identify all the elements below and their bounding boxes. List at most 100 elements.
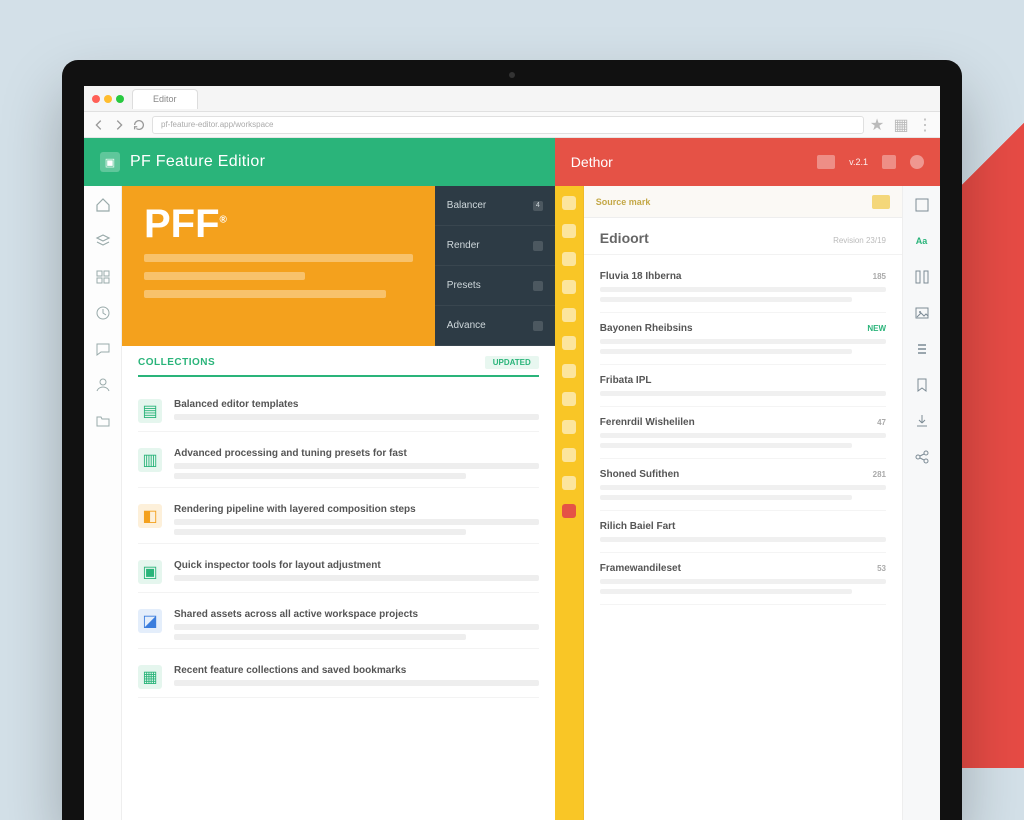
extension-icon[interactable]: ▦ — [894, 118, 908, 132]
right-body: Source mark Edioort Revision 23/19 Fluvi… — [584, 186, 940, 820]
strip-icon[interactable] — [562, 476, 576, 490]
topbar-left: ▣ PF Feature Editior — [84, 138, 555, 186]
right-list-item[interactable]: Bayonen RheibsinsNEW — [600, 313, 886, 365]
right-list-item[interactable]: Fribata IPL — [600, 365, 886, 407]
right-list-item[interactable]: Ferenrdil Wishelilen47 — [600, 407, 886, 459]
right-tab[interactable]: Source mark — [596, 197, 651, 207]
bookmark-icon[interactable] — [913, 376, 931, 394]
window-controls[interactable] — [92, 95, 124, 103]
hero-text-line — [144, 290, 386, 298]
back-icon[interactable] — [92, 118, 106, 132]
strip-icon[interactable] — [562, 224, 576, 238]
home-icon[interactable] — [94, 196, 112, 214]
doc-icon: ▥ — [138, 448, 162, 472]
right-panel-header: Edioort Revision 23/19 — [584, 218, 902, 255]
item-name: Shoned Sufithen — [600, 469, 679, 480]
grid-icon[interactable] — [94, 268, 112, 286]
doc-icon: ▤ — [138, 399, 162, 423]
star-icon[interactable]: ★ — [870, 118, 884, 132]
item-badge: 53 — [877, 564, 886, 573]
minimize-dot[interactable] — [104, 95, 112, 103]
left-list-tag: UPDATED — [485, 356, 539, 369]
clock-icon[interactable] — [94, 304, 112, 322]
list-row[interactable]: ▥Advanced processing and tuning presets … — [138, 440, 539, 488]
app-topbar: ▣ PF Feature Editior Dethor v.2.1 — [84, 138, 940, 186]
item-line — [600, 349, 852, 354]
list-row[interactable]: ◪Shared assets across all active workspa… — [138, 601, 539, 649]
hero-nav-label: Presets — [447, 280, 481, 291]
hero-nav-badge — [533, 241, 543, 251]
maximize-dot[interactable] — [116, 95, 124, 103]
strip-icon[interactable] — [562, 420, 576, 434]
reload-icon[interactable] — [132, 118, 146, 132]
user-icon[interactable] — [94, 376, 112, 394]
main-layout: PFF® Balancer4 Render Presets Advance — [84, 186, 940, 820]
item-badge: 281 — [873, 470, 886, 479]
strip-alert-icon[interactable] — [562, 504, 576, 518]
strip-icon[interactable] — [562, 392, 576, 406]
image-icon[interactable] — [913, 304, 931, 322]
tab-badge-icon[interactable] — [872, 195, 890, 209]
hero-nav-item[interactable]: Advance — [435, 306, 555, 346]
chat-icon[interactable] — [94, 340, 112, 358]
download-icon[interactable] — [913, 412, 931, 430]
strip-icon[interactable] — [562, 280, 576, 294]
notification-icon[interactable] — [882, 155, 896, 169]
browser-tab-bar: Editor — [84, 86, 940, 112]
close-dot[interactable] — [92, 95, 100, 103]
hero-row: PFF® Balancer4 Render Presets Advance — [122, 186, 555, 346]
card-icon[interactable] — [817, 155, 835, 169]
forward-icon[interactable] — [112, 118, 126, 132]
text-icon[interactable]: Aa — [913, 232, 931, 250]
row-text-line — [174, 624, 539, 630]
right-rail: Aa — [902, 186, 940, 820]
row-text-line — [174, 463, 539, 469]
gear-icon[interactable] — [910, 155, 924, 169]
right-panel-title: Edioort — [600, 230, 649, 246]
strip-icon[interactable] — [562, 364, 576, 378]
hero-nav-item[interactable]: Presets — [435, 266, 555, 306]
strip-icon[interactable] — [562, 336, 576, 350]
strip-icon[interactable] — [562, 196, 576, 210]
hero-nav-label: Balancer — [447, 200, 486, 211]
right-list-item[interactable]: Framewandileset53 — [600, 553, 886, 605]
url-bar[interactable]: pf-feature-editor.app/workspace — [152, 116, 864, 134]
folder-icon[interactable] — [94, 412, 112, 430]
right-panel-meta: Revision 23/19 — [833, 236, 886, 245]
columns-icon[interactable] — [913, 268, 931, 286]
topbar-right: Dethor v.2.1 — [555, 138, 940, 186]
list-row[interactable]: ◧ Rendering pipeline with layered composi… — [138, 496, 539, 544]
share-icon[interactable] — [913, 448, 931, 466]
strip-icon[interactable] — [562, 448, 576, 462]
menu-icon[interactable]: ⋮ — [918, 118, 932, 132]
item-line — [600, 433, 886, 438]
strip-icon[interactable] — [562, 252, 576, 266]
browser-tab[interactable]: Editor — [132, 89, 198, 109]
hero-nav-item[interactable]: Render — [435, 226, 555, 266]
right-list-item[interactable]: Fluvia 18 Ihberna 185 — [600, 261, 886, 313]
list-row[interactable]: ▣Quick inspector tools for layout adjust… — [138, 552, 539, 593]
hero-text-line — [144, 272, 305, 280]
list-row[interactable]: ▦Recent feature collections and saved bo… — [138, 657, 539, 698]
item-name: Rilich Baiel Fart — [600, 521, 676, 532]
list-row[interactable]: ▤Balanced editor templates — [138, 391, 539, 432]
right-list-item[interactable]: Rilich Baiel Fart — [600, 511, 886, 553]
hero-nav-item[interactable]: Balancer4 — [435, 186, 555, 226]
hero-nav-label: Advance — [447, 320, 486, 331]
layers-icon[interactable] — [94, 232, 112, 250]
hero-title: PFF® — [144, 204, 413, 244]
doc-icon: ◧ — [138, 504, 162, 528]
item-badge: 185 — [873, 272, 886, 281]
row-title: Rendering pipeline with layered composit… — [174, 504, 539, 515]
list-icon[interactable] — [913, 340, 931, 358]
screen: Editor pf-feature-editor.app/workspace ★… — [84, 86, 940, 820]
item-name: Fluvia 18 Ihberna — [600, 271, 682, 282]
app-logo-icon[interactable]: ▣ — [100, 152, 120, 172]
item-line — [600, 443, 852, 448]
item-badge: NEW — [867, 324, 886, 333]
row-text-line — [174, 473, 466, 479]
strip-icon[interactable] — [562, 308, 576, 322]
panel-icon[interactable] — [913, 196, 931, 214]
right-list-item[interactable]: Shoned Sufithen 281 — [600, 459, 886, 511]
item-line — [600, 537, 886, 542]
